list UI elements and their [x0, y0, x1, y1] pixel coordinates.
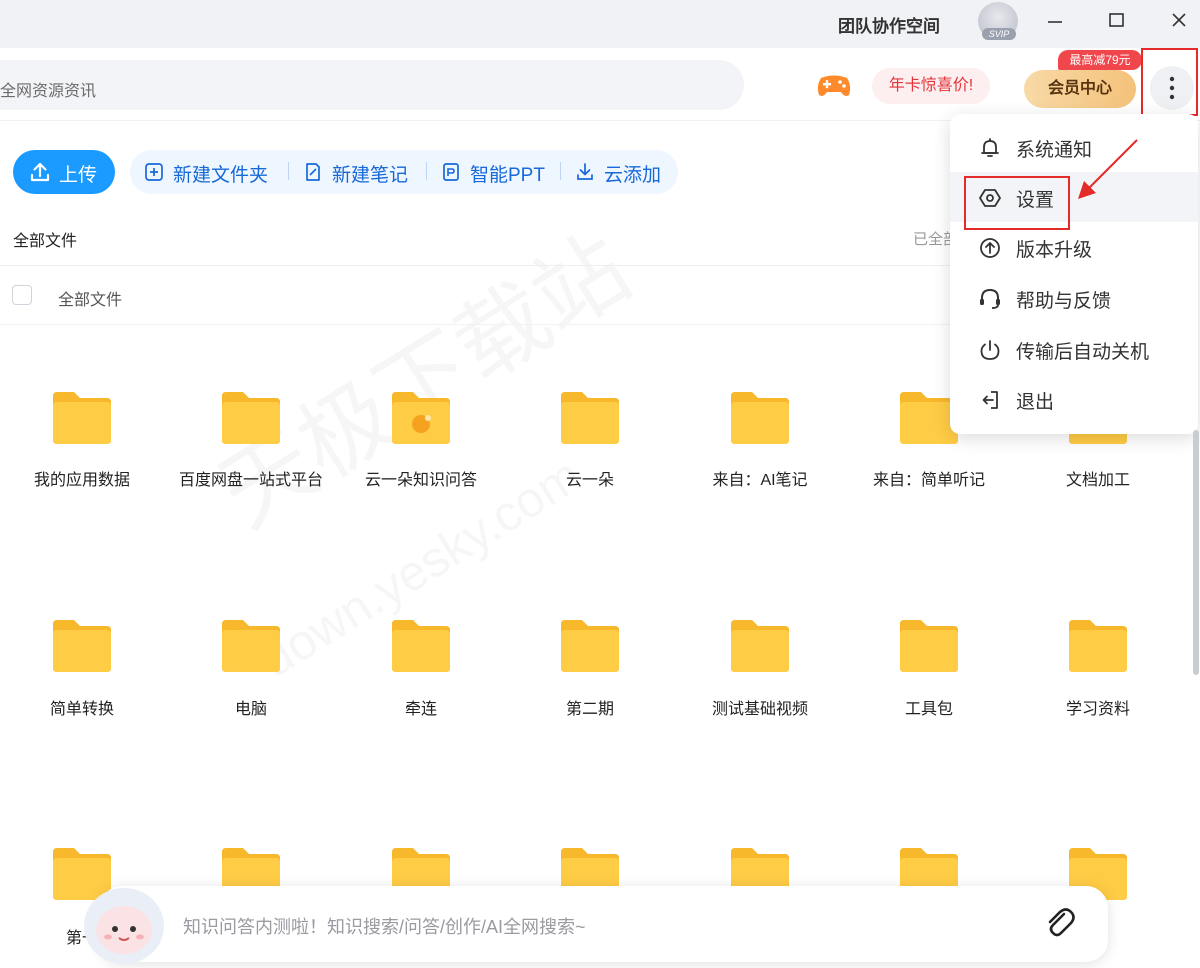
folder-icon[interactable]: [389, 390, 453, 446]
folder-name[interactable]: 云一朵知识问答: [346, 468, 496, 494]
cloud-add-icon: [577, 163, 593, 180]
headset-icon: [980, 288, 1000, 309]
team-space-link[interactable]: 团队协作空间: [838, 12, 940, 37]
folder-icon[interactable]: [728, 618, 792, 674]
svip-badge: SVIP: [982, 28, 1016, 40]
folder-name[interactable]: 电脑: [176, 697, 326, 723]
folder-icon[interactable]: [558, 618, 622, 674]
folder-name[interactable]: 工具包: [854, 697, 1004, 723]
folder-name[interactable]: 牵连: [346, 697, 496, 723]
folder-name[interactable]: 来自：简单听记: [854, 468, 1004, 494]
annotation-arrow: [1078, 139, 1138, 199]
new-note-icon: [306, 163, 320, 181]
folder-name[interactable]: 百度网盘一站式平台: [176, 468, 326, 494]
scrollbar[interactable]: [1193, 430, 1199, 675]
search-placeholder: 全网资源资讯: [0, 83, 97, 100]
minimize-icon[interactable]: [1040, 8, 1070, 34]
list-header-label: 全部文件: [58, 292, 123, 309]
highlight-box-settings: [964, 176, 1070, 230]
folder-name[interactable]: 文档加工: [1023, 468, 1173, 494]
highlight-box-more: [1141, 48, 1198, 116]
folder-name[interactable]: 我的应用数据: [7, 468, 157, 494]
game-controller-icon[interactable]: [815, 72, 853, 100]
toolbar-separator: [426, 162, 427, 180]
menu-item-help[interactable]: 帮助与反馈: [950, 273, 1198, 323]
vip-center-button[interactable]: 会员中心: [1024, 70, 1136, 108]
cloud-add-button[interactable]: 云添加: [604, 160, 661, 187]
chat-placeholder: 知识问答内测啦！知识搜索/问答/创作/AI全网搜索~: [183, 917, 586, 937]
menu-item-label: 传输后自动关机: [1016, 342, 1150, 363]
folder-icon[interactable]: [219, 618, 283, 674]
folder-icon[interactable]: [50, 618, 114, 674]
folder-name[interactable]: 学习资料: [1023, 697, 1173, 723]
menu-item-auto-shutdown[interactable]: 传输后自动关机: [950, 324, 1198, 374]
close-icon[interactable]: [1164, 8, 1194, 34]
new-note-button[interactable]: 新建笔记: [332, 160, 408, 187]
folder-name[interactable]: 云一朵: [515, 468, 665, 494]
toolbar-separator: [560, 162, 561, 180]
upload-label: 上传: [59, 165, 98, 186]
select-all-checkbox[interactable]: [12, 285, 32, 305]
maximize-icon[interactable]: [1102, 8, 1132, 34]
folder-name[interactable]: 第二期: [515, 697, 665, 723]
divider: [0, 324, 950, 325]
divider: [0, 265, 950, 266]
smart-ppt-button[interactable]: 智能PPT: [470, 160, 545, 187]
folder-name[interactable]: 测试基础视频: [685, 697, 835, 723]
menu-item-label: 版本升级: [1016, 240, 1093, 261]
folder-icon[interactable]: [1066, 618, 1130, 674]
menu-item-label: 帮助与反馈: [1016, 291, 1112, 312]
folder-name[interactable]: 简单转换: [7, 697, 157, 723]
folder-icon[interactable]: [897, 618, 961, 674]
upload-icon: [30, 162, 50, 182]
watermark-cn: 天极下载站: [190, 196, 651, 553]
search-input[interactable]: [0, 60, 744, 110]
promo-badge: 最高减79元: [1058, 50, 1142, 70]
logout-icon: [982, 391, 998, 409]
menu-item-logout[interactable]: 退出: [950, 374, 1198, 424]
attachment-icon[interactable]: [1042, 905, 1078, 941]
new-folder-button[interactable]: 新建文件夹: [173, 160, 268, 187]
power-icon: [980, 340, 1000, 360]
upgrade-icon: [980, 238, 1000, 258]
folder-icon[interactable]: [558, 390, 622, 446]
bell-icon: [981, 138, 999, 157]
year-card-promo-button[interactable]: 年卡惊喜价!: [872, 68, 990, 104]
menu-item-label: 退出: [1016, 392, 1055, 413]
smart-ppt-icon: [443, 163, 459, 181]
breadcrumb[interactable]: 全部文件: [13, 227, 77, 251]
folder-icon[interactable]: [219, 390, 283, 446]
title-bar: [0, 0, 1200, 48]
folder-icon[interactable]: [728, 390, 792, 446]
new-folder-icon: [145, 163, 163, 181]
folder-icon[interactable]: [389, 618, 453, 674]
folder-name[interactable]: 来自：AI笔记: [685, 468, 835, 494]
toolbar-separator: [288, 162, 289, 180]
folder-icon[interactable]: [50, 390, 114, 446]
upload-button[interactable]: 上传: [13, 150, 115, 194]
ai-mascot-icon[interactable]: [78, 880, 170, 968]
